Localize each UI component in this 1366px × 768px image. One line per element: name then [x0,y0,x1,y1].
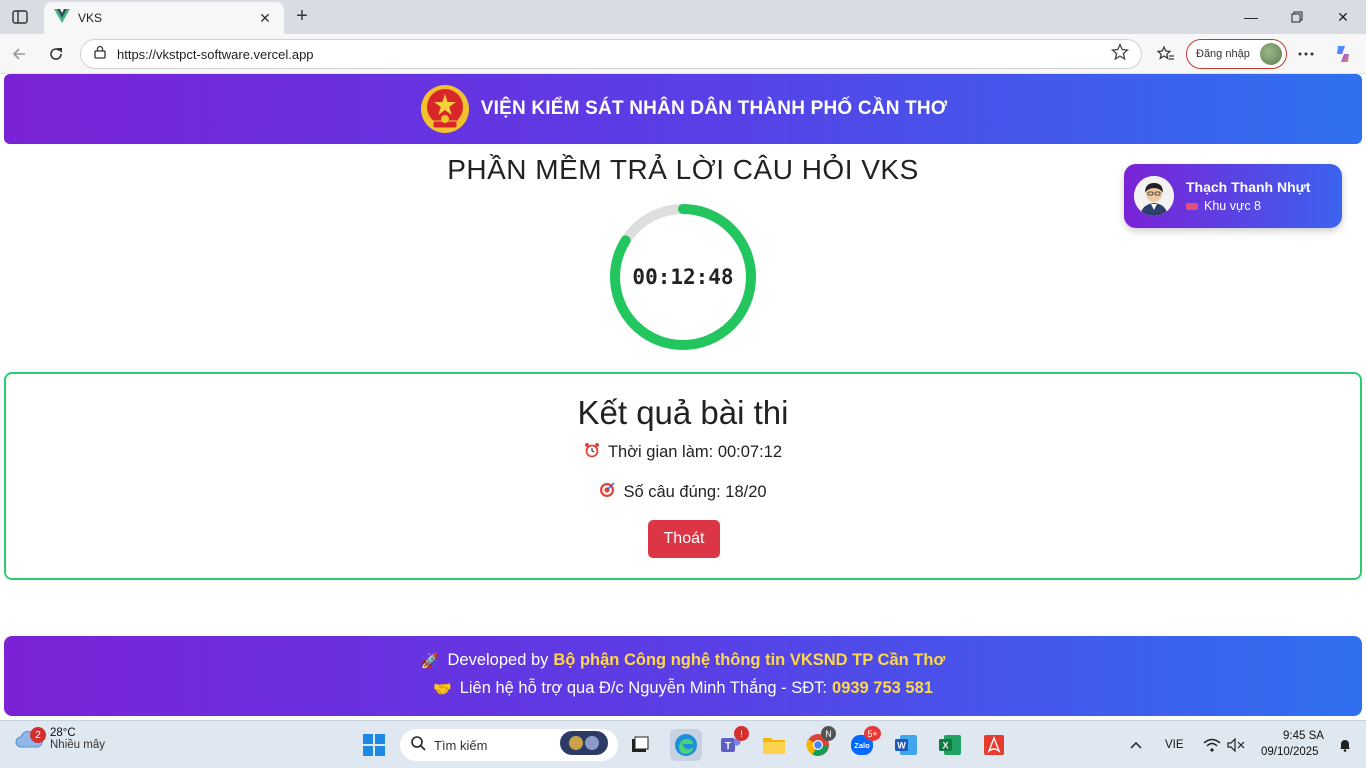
input-language[interactable]: VIE [1165,739,1184,751]
rocket-icon: 🚀 [420,652,440,670]
svg-text:W: W [897,741,906,751]
result-title: Kết quả bài thi [577,394,789,431]
browser-toolbar: https://vkstpct-software.vercel.app Đăng… [0,34,1366,74]
user-name: Thạch Thanh Nhựt [1186,179,1311,195]
weather-temperature: 28°C [50,727,76,739]
footer-developer-line: 🚀 Developed by Bộ phận Công nghệ thông t… [4,651,1362,670]
zalo-badge: 5+ [864,726,881,741]
login-button[interactable]: Đăng nhập [1186,39,1287,69]
weather-description: Nhiều mây [50,739,105,751]
close-window-icon[interactable]: ✕ [1320,0,1366,34]
alarm-clock-icon [584,442,600,463]
footer-contact-text: Liên hệ hỗ trợ qua Đ/c Nguyễn Minh Thắng… [459,679,828,697]
national-emblem-icon [420,85,469,133]
back-icon[interactable] [6,41,32,67]
weather-badge: 2 [30,727,46,743]
pdf-reader-icon[interactable] [978,729,1010,761]
chrome-icon[interactable]: N [802,726,836,761]
close-tab-icon[interactable]: ✕ [256,10,274,27]
profile-avatar [1260,43,1282,65]
tab-title: VKS [78,11,103,25]
site-info-icon[interactable] [93,45,107,64]
more-options-icon[interactable] [1293,41,1319,67]
site-header: VIỆN KIỂM SÁT NHÂN DÂN THÀNH PHỐ CẦN THƠ [4,74,1362,144]
favorites-icon[interactable] [1153,41,1179,67]
windows-taskbar: 2 28°C Nhiều mây Tìm kiếm T ! N Zalo 5+ [0,720,1366,768]
zalo-icon[interactable]: Zalo 5+ [846,726,881,761]
footer-developed-by: Developed by [447,651,549,669]
edge-icon[interactable] [670,729,702,761]
file-explorer-icon[interactable] [758,729,790,761]
result-panel: Kết quả bài thi Thời gian làm: 00:07:12 … [4,372,1362,580]
search-placeholder: Tìm kiếm [434,737,488,753]
svg-text:X: X [942,741,948,751]
svg-text:Zalo: Zalo [854,741,870,750]
restore-icon[interactable] [1274,0,1320,34]
footer-contact-line: 🤝 Liên hệ hỗ trợ qua Đ/c Nguyễn Minh Thắ… [4,679,1362,698]
time-taken-row: Thời gian làm: 00:07:12 [6,442,1360,463]
chrome-profile-badge: N [821,726,836,741]
vue-logo-icon [54,8,70,28]
copilot-icon[interactable] [1330,41,1356,67]
footer-phone: 0939 753 581 [832,679,933,697]
browser-tab[interactable]: VKS ✕ [44,2,284,34]
correct-count-row: Số câu đúng: 18/20 [6,482,1360,503]
clock-time[interactable]: 9:45 SA [1283,730,1324,742]
countdown-timer: 00:12:48 [608,202,758,352]
timer-text: 00:12:48 [632,265,734,289]
taskbar-search[interactable]: Tìm kiếm [400,729,618,761]
user-area: Khu vực 8 [1204,199,1262,213]
volume-muted-icon[interactable] [1220,729,1252,761]
user-avatar [1134,176,1174,216]
time-taken-text: Thời gian làm: 00:07:12 [607,443,783,461]
weather-widget[interactable]: 2 28°C Nhiều mây [14,727,105,751]
target-icon [599,482,615,503]
task-view-icon[interactable] [624,729,656,761]
notification-icon[interactable] [1329,729,1361,761]
url-text[interactable]: https://vkstpct-software.vercel.app [117,47,1111,62]
tab-actions-icon[interactable] [6,6,34,28]
login-label: Đăng nhập [1196,48,1250,60]
show-hidden-icons-icon[interactable] [1120,729,1152,761]
new-tab-icon[interactable]: + [290,4,314,28]
header-title: VIỆN KIỂM SÁT NHÂN DÂN THÀNH PHỐ CẦN THƠ [480,98,948,119]
address-bar[interactable]: https://vkstpct-software.vercel.app [80,39,1142,69]
ticket-icon [1186,202,1198,210]
site-footer: 🚀 Developed by Bộ phận Công nghệ thông t… [4,636,1362,716]
footer-developer-name: Bộ phận Công nghệ thông tin VKSND TP Cần… [553,651,946,669]
clock-date[interactable]: 09/10/2025 [1261,746,1319,758]
word-icon[interactable]: W [890,729,922,761]
user-card[interactable]: Thạch Thanh Nhựt Khu vực 8 [1124,164,1342,228]
start-icon[interactable] [358,729,390,761]
correct-count-text: Số câu đúng: 18/20 [623,483,767,501]
refresh-icon[interactable] [43,41,69,67]
excel-icon[interactable]: X [934,729,966,761]
handshake-icon: 🤝 [433,680,452,698]
search-icon [410,735,426,756]
teams-icon[interactable]: T ! [714,726,749,761]
favorite-star-icon[interactable] [1110,42,1130,66]
svg-text:T: T [725,741,731,752]
browser-titlebar: VKS ✕ + — ✕ [0,0,1366,34]
search-highlight-icon [560,730,608,760]
teams-badge: ! [734,726,749,741]
exit-button[interactable]: Thoát [648,520,720,558]
minimize-icon[interactable]: — [1228,0,1274,34]
